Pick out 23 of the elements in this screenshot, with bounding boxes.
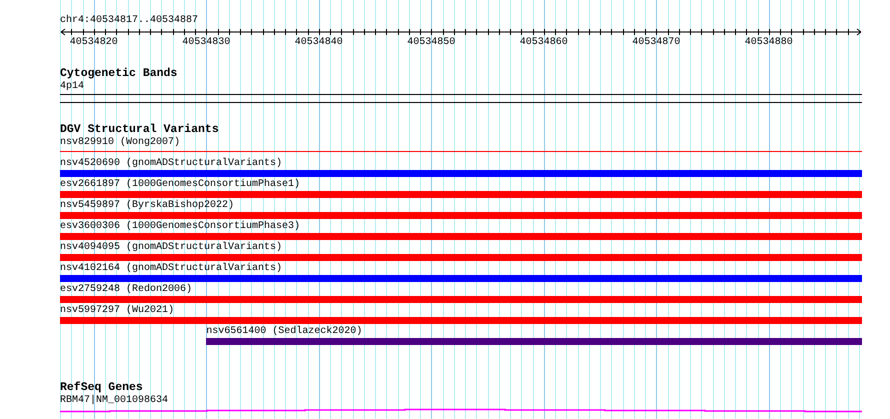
tick-label: 40534850 — [407, 37, 456, 49]
feature-label: esv2759248 (Redon2006) — [60, 283, 192, 296]
tick-label: 40534880 — [744, 37, 793, 49]
tick-label: 40534840 — [294, 37, 343, 49]
tick-label: 40534870 — [632, 37, 680, 49]
feature-label: esv3600306 (1000GenomesConsortiumPhase3) — [60, 220, 300, 233]
feature-label: nsv6561400 (Sedlazeck2020) — [206, 325, 362, 338]
track-title: RefSeq Genes — [60, 382, 143, 394]
feature-label: esv2661897 (1000GenomesConsortiumPhase1) — [60, 178, 300, 191]
feature-label: nsv5459897 (ByrskaBishop2022) — [60, 199, 234, 212]
feature-label: RBM47|NM_001098634 — [60, 394, 168, 407]
feature-label: nsv4094095 (gnomADStructuralVariants) — [60, 241, 282, 254]
track-title: DGV Structural Variants — [60, 124, 219, 136]
feature-label: nsv5997297 (Wu2021) — [60, 304, 174, 317]
tick-label: 40534820 — [70, 37, 118, 49]
location-label: chr4:40534817..40534887 — [60, 14, 198, 27]
tick-label: 40534830 — [182, 37, 230, 49]
feature-label: 4p14 — [60, 80, 84, 93]
feature-label: nsv829910 (Wong2007) — [60, 136, 180, 149]
feature-label: nsv4520690 (gnomADStructuralVariants) — [60, 157, 282, 170]
feature-label: nsv4102164 (gnomADStructuralVariants) — [60, 262, 282, 275]
track-title: Cytogenetic Bands — [60, 68, 178, 80]
tick-label: 40534860 — [520, 37, 568, 49]
